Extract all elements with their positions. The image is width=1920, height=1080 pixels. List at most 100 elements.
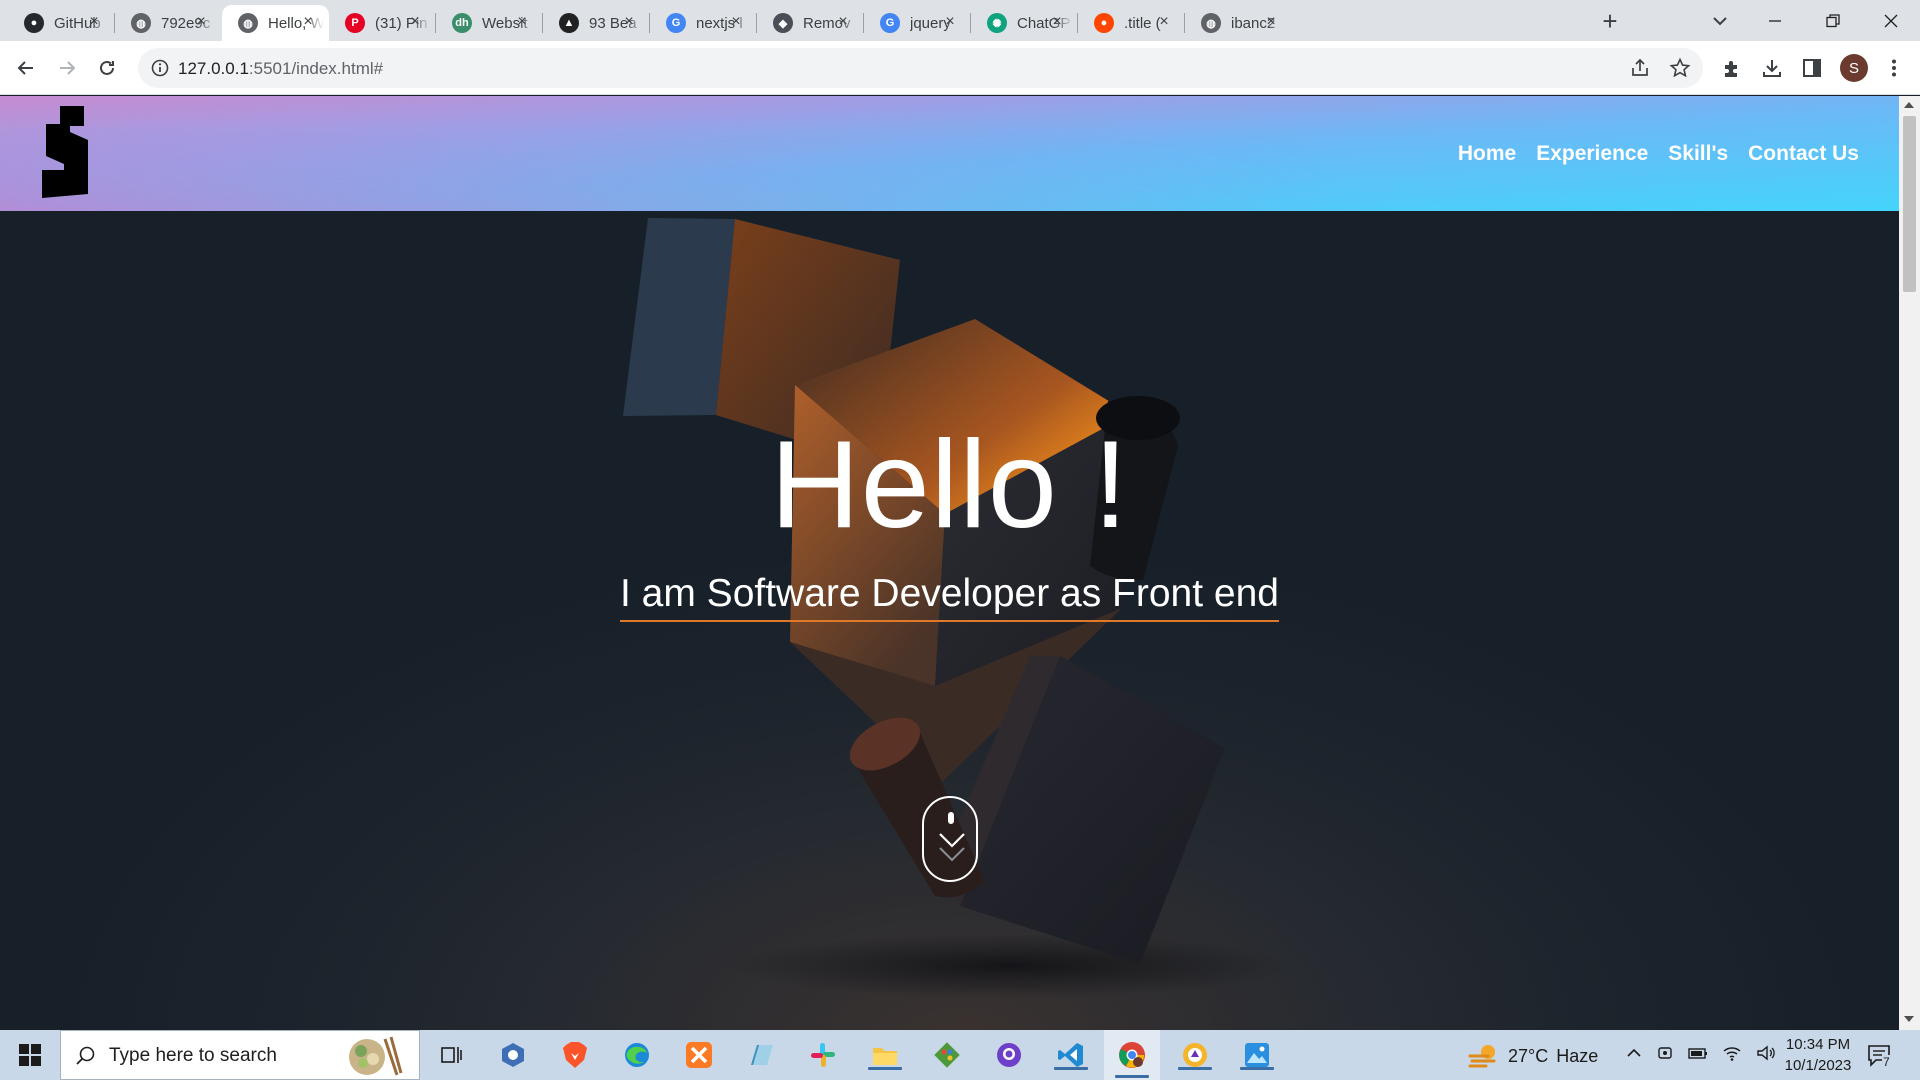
browser-tab[interactable]: ◍ ibanc2 × — [1185, 5, 1292, 41]
side-panel-button[interactable] — [1798, 54, 1826, 82]
photos-icon — [1245, 1043, 1269, 1067]
cursor-app-icon: ▲ — [559, 13, 579, 33]
vscode-icon — [1058, 1043, 1083, 1067]
browser-tab[interactable]: ◍ 792e9c × — [115, 5, 222, 41]
start-button[interactable] — [10, 1040, 50, 1070]
browser-icon — [1183, 1043, 1207, 1067]
share-button[interactable] — [1626, 54, 1654, 82]
close-tab-icon[interactable]: × — [1048, 13, 1066, 31]
new-tab-button[interactable]: + — [1596, 8, 1624, 36]
notification-count: 7 — [1882, 1055, 1891, 1069]
share-icon — [1632, 58, 1648, 76]
taskbar-edge[interactable] — [620, 1038, 654, 1072]
close-tab-icon[interactable]: × — [727, 13, 745, 31]
taskbar-git[interactable] — [930, 1038, 964, 1072]
taskbar-notepad[interactable] — [744, 1038, 778, 1072]
address-bar[interactable]: 127.0.0.1:5501/index.html# — [138, 48, 1703, 88]
taskbar-github-desktop[interactable] — [992, 1038, 1026, 1072]
chevron-up-icon[interactable] — [1626, 1045, 1642, 1061]
system-tray — [1626, 1044, 1776, 1062]
arrow-right-icon — [60, 61, 76, 75]
taskbar-xampp[interactable] — [682, 1038, 716, 1072]
taskbar-browser[interactable] — [1178, 1038, 1212, 1072]
browser-tab[interactable]: ◍ Hello, W × — [222, 5, 329, 41]
close-window-button[interactable] — [1862, 0, 1920, 41]
notepad-icon — [751, 1045, 773, 1065]
forward-button[interactable] — [51, 52, 83, 84]
nav-skills[interactable]: Skill's — [1668, 142, 1728, 166]
download-icon — [1763, 60, 1781, 77]
downloads-button[interactable] — [1758, 54, 1786, 82]
close-tab-icon[interactable]: × — [834, 13, 852, 31]
close-tab-icon[interactable]: × — [941, 13, 959, 31]
browser-tab[interactable]: P (31) Pin × — [329, 5, 436, 41]
close-tab-icon[interactable]: × — [406, 13, 424, 31]
nav-contact-us[interactable]: Contact Us — [1748, 142, 1859, 166]
taskbar-app[interactable] — [496, 1038, 530, 1072]
extensions-button[interactable] — [1718, 54, 1746, 82]
taskbar-slack[interactable] — [806, 1038, 840, 1072]
weather-desc: Haze — [1556, 1045, 1599, 1066]
site-logo[interactable] — [42, 106, 90, 198]
taskbar-brave[interactable] — [558, 1038, 592, 1072]
scrollbar-thumb[interactable] — [1903, 116, 1916, 292]
taskbar-search[interactable]: Type here to search — [60, 1030, 420, 1080]
taskbar-file-explorer[interactable] — [868, 1038, 902, 1072]
nav-experience[interactable]: Experience — [1536, 142, 1648, 166]
close-tab-icon[interactable]: × — [192, 13, 210, 31]
task-view-button[interactable] — [434, 1038, 468, 1072]
menu-button[interactable] — [1880, 54, 1908, 82]
nav-home[interactable]: Home — [1458, 142, 1516, 166]
chevron-down-icon — [939, 833, 965, 862]
taskbar-photos[interactable] — [1240, 1038, 1274, 1072]
profile-avatar[interactable]: S — [1840, 54, 1868, 82]
scroll-down-button[interactable] — [922, 796, 978, 882]
meet-now-icon[interactable] — [1656, 1044, 1674, 1062]
taskbar-clock[interactable]: 10:34 PM 10/1/2023 — [1770, 1034, 1866, 1076]
close-tab-icon[interactable]: × — [620, 13, 638, 31]
pinterest-icon: P — [345, 13, 365, 33]
xampp-icon — [686, 1042, 712, 1068]
page-viewport: Home Experience Skill's Contact Us Hello… — [0, 96, 1899, 1030]
weather-temp: 27°C — [1508, 1045, 1549, 1066]
browser-tab[interactable]: ▲ 93 Bea × — [543, 5, 650, 41]
running-indicator — [1240, 1067, 1274, 1070]
taskbar-chrome[interactable] — [1104, 1030, 1160, 1080]
minimize-button[interactable] — [1746, 0, 1804, 41]
search-placeholder: Type here to search — [109, 1045, 277, 1066]
bookmark-button[interactable] — [1666, 54, 1694, 82]
reload-button[interactable] — [91, 52, 123, 84]
back-button[interactable] — [10, 52, 42, 84]
close-tab-icon[interactable]: × — [1155, 13, 1173, 31]
browser-tab-bar: ● GitHub × ◍ 792e9c × ◍ Hello, W × P (31) Pin × dh We… — [0, 0, 1920, 41]
browser-tab[interactable]: Gjquery × — [864, 5, 971, 41]
scroll-down-arrow-icon[interactable] — [1904, 1016, 1914, 1022]
notification-center-button[interactable]: 7 — [1866, 1042, 1896, 1070]
browser-tab[interactable]: dh Websit × — [436, 5, 543, 41]
taskbar-vscode[interactable] — [1054, 1038, 1088, 1072]
scroll-up-arrow-icon[interactable] — [1904, 102, 1914, 108]
close-tab-icon[interactable]: × — [299, 13, 317, 31]
page-scrollbar[interactable] — [1899, 96, 1920, 1030]
clock-time: 10:34 PM — [1785, 1036, 1851, 1053]
info-icon[interactable] — [150, 58, 170, 78]
close-tab-icon[interactable]: × — [513, 13, 531, 31]
haze-icon — [1468, 1045, 1496, 1068]
browser-tab[interactable]: ✺ ChatGP × — [971, 5, 1078, 41]
minimize-icon — [1769, 19, 1781, 22]
wifi-icon[interactable] — [1722, 1044, 1742, 1062]
browser-tab[interactable]: ● .title (× — [1078, 5, 1185, 41]
url-text[interactable]: 127.0.0.1:5501/index.html# — [178, 59, 383, 79]
weather-widget[interactable]: 27°C Haze — [1468, 1042, 1598, 1070]
close-tab-icon[interactable]: × — [85, 13, 103, 31]
browser-tab[interactable]: ◆ Remov × — [757, 5, 864, 41]
browser-tab[interactable]: Gnextjs l × — [650, 5, 757, 41]
browser-tab[interactable]: ● GitHub × — [8, 5, 115, 41]
tab-search-icon[interactable] — [1708, 9, 1732, 33]
running-indicator — [1178, 1067, 1212, 1070]
github-icon: ● — [24, 13, 44, 33]
battery-icon[interactable] — [1688, 1045, 1708, 1061]
close-tab-icon[interactable]: × — [1262, 13, 1280, 31]
clock-date: 10/1/2023 — [1784, 1057, 1852, 1074]
restore-button[interactable] — [1804, 0, 1862, 41]
